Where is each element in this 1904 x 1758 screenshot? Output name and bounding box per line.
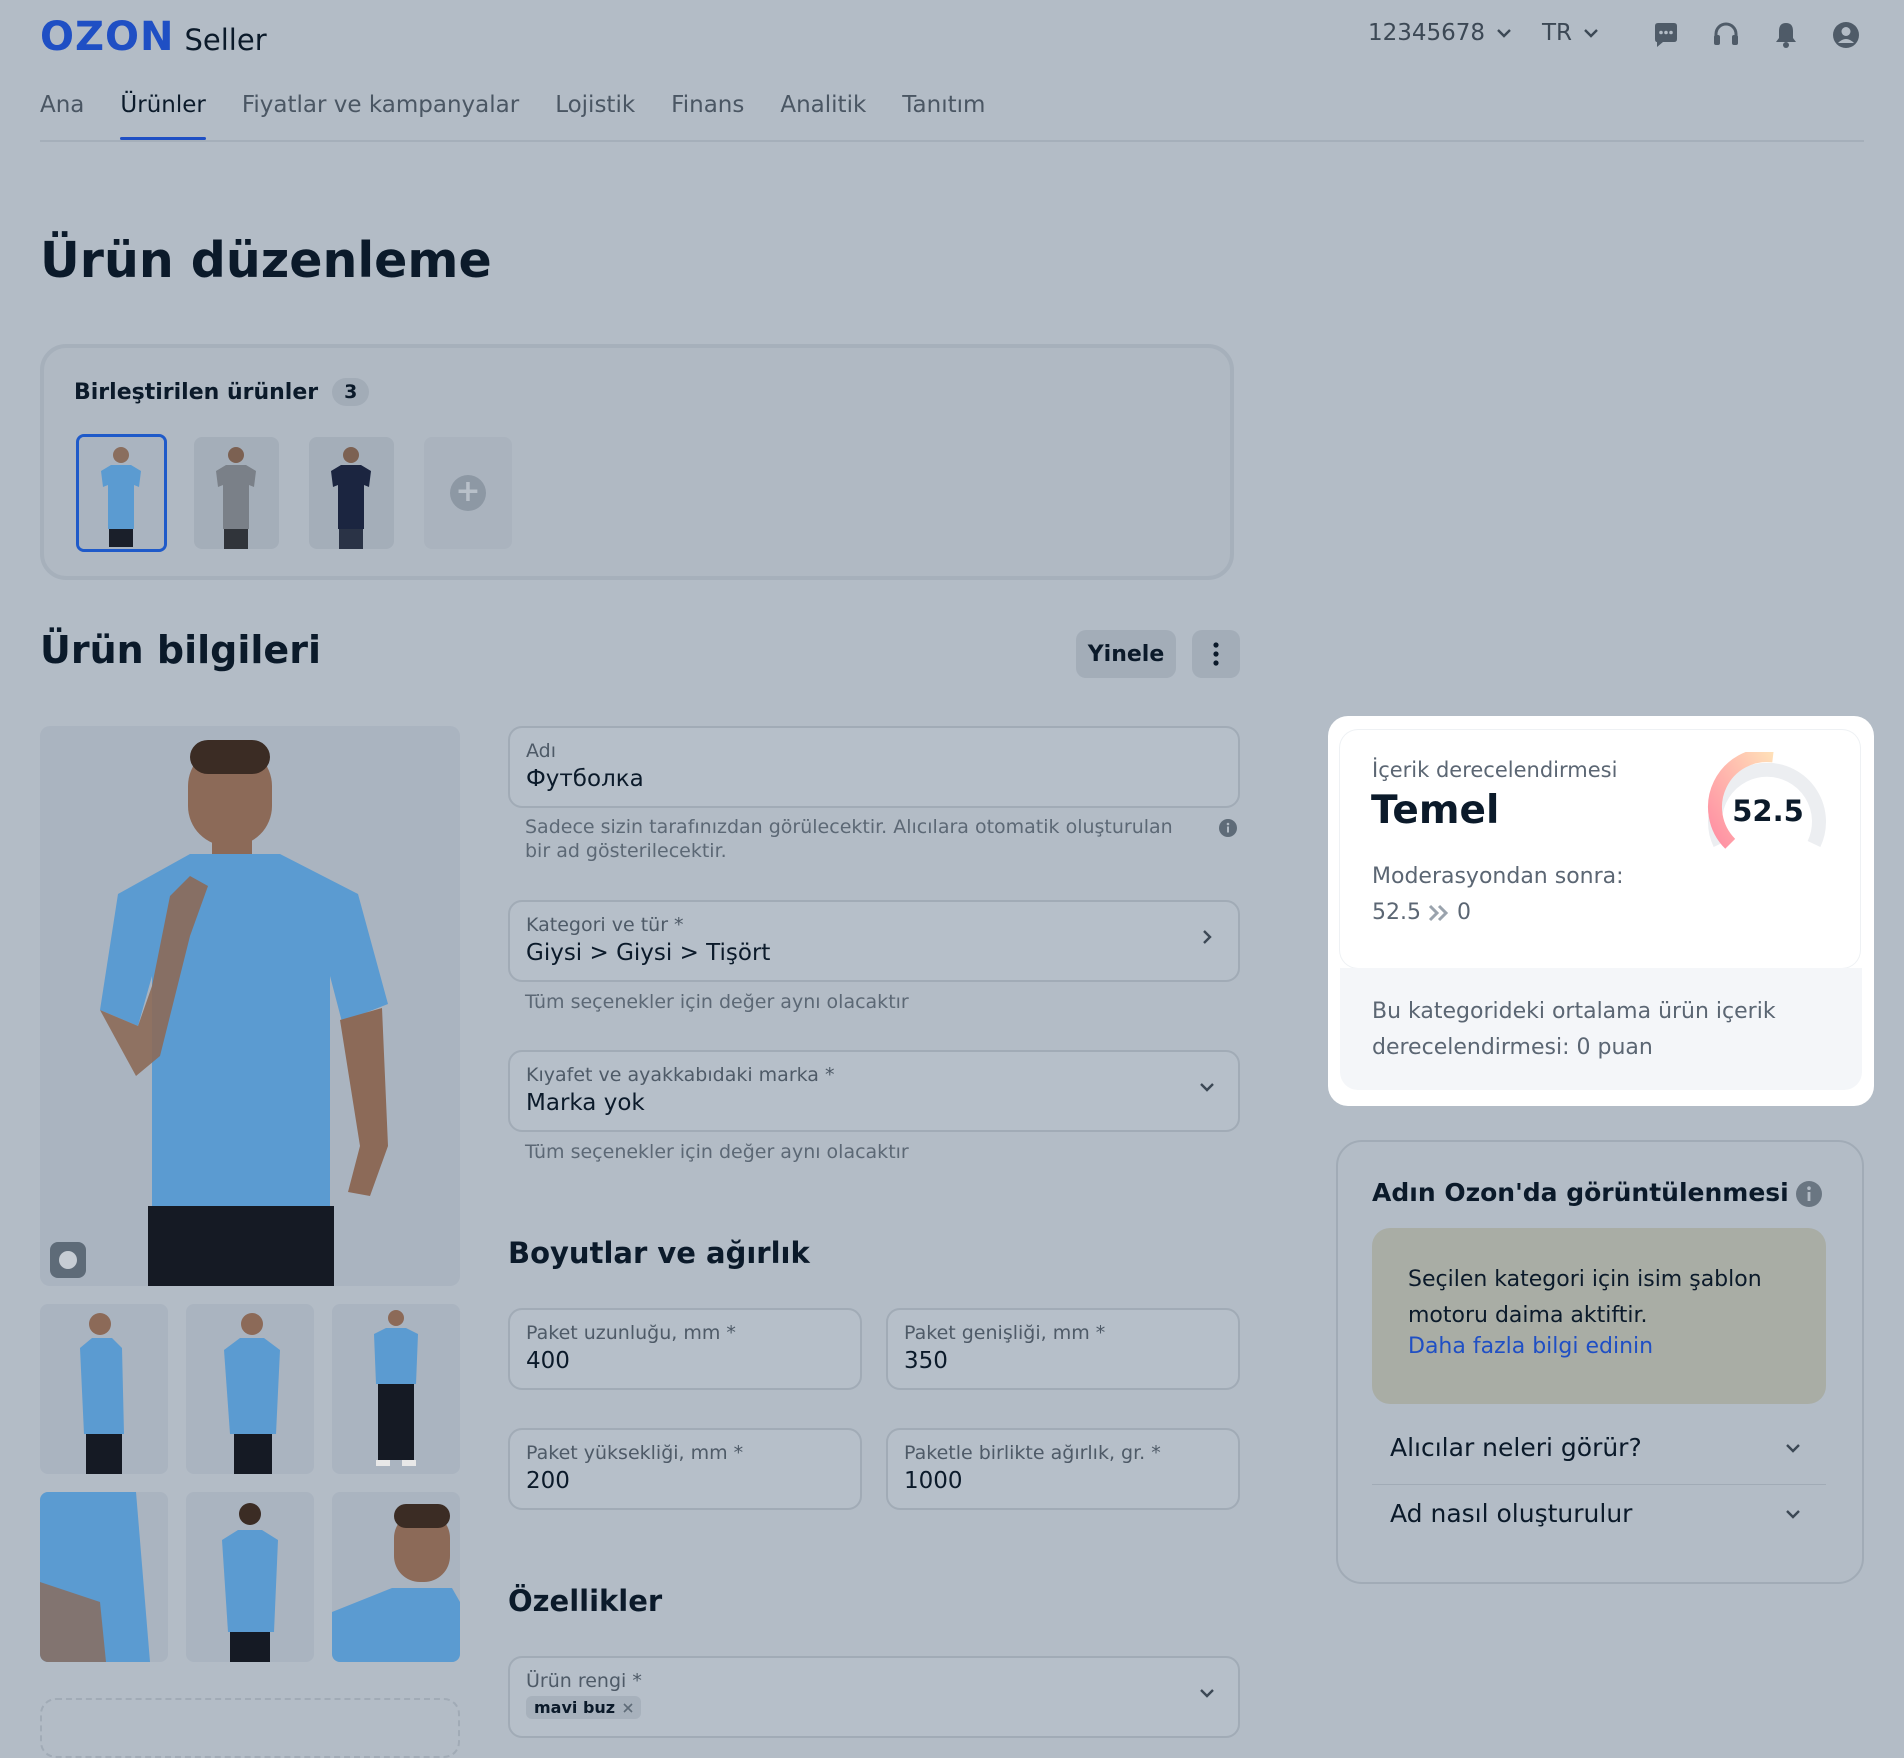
rating-score: 52.5	[1732, 794, 1804, 828]
logo-brand: OZON	[40, 14, 175, 60]
nav-item-finans[interactable]: Finans	[671, 92, 744, 140]
kebab-menu-icon	[1213, 642, 1219, 666]
chevron-down-icon	[1786, 1509, 1800, 1519]
merged-count-badge: 3	[332, 378, 370, 406]
category-field-label: Kategori ve tür *	[526, 914, 684, 936]
package-weight-field[interactable]: Paketle birlikte ağırlık, gr. * 1000	[886, 1428, 1240, 1510]
brand-field-label: Kıyafet ve ayakkabıdaki marka *	[526, 1064, 835, 1086]
fire-badge-icon	[50, 1242, 86, 1278]
double-chevron-right-icon	[1428, 904, 1449, 921]
gallery-thumb[interactable]	[332, 1304, 460, 1474]
moderation-to: 0	[1456, 900, 1471, 925]
name-display-title: Adın Ozon'da görüntülenmesi	[1372, 1178, 1789, 1207]
category-field[interactable]: Kategori ve tür * Giysi > Giysi > Tişört	[508, 900, 1240, 982]
account-selector[interactable]: 12345678	[1368, 20, 1513, 46]
package-height-label: Paket yüksekliği, mm *	[526, 1442, 744, 1464]
variant-thumb-blue[interactable]	[76, 434, 167, 552]
category-field-hint: Tüm seçenekler için değer aynı olacaktır	[525, 991, 909, 1013]
add-variant-button[interactable]: +	[424, 437, 512, 549]
gallery-thumb[interactable]	[332, 1492, 460, 1662]
nav-item-fiyatlar[interactable]: Fiyatlar ve kampanyalar	[242, 92, 519, 140]
features-title: Özellikler	[508, 1584, 663, 1618]
package-width-label: Paket genişliği, mm *	[904, 1322, 1106, 1344]
brand-field[interactable]: Kıyafet ve ayakkabıdaki marka * Marka yo…	[508, 1050, 1240, 1132]
nav-item-tanitim[interactable]: Tanıtım	[902, 92, 985, 140]
name-field-value: Футболка	[526, 766, 644, 792]
photo-upload-zone[interactable]	[40, 1698, 460, 1758]
bell-icon[interactable]	[1771, 20, 1801, 50]
chevron-down-icon	[1584, 29, 1598, 38]
moderation-from: 52.5	[1372, 900, 1421, 925]
gallery-thumb[interactable]	[186, 1492, 314, 1662]
package-length-value: 400	[526, 1348, 570, 1374]
variant-thumb-navy[interactable]	[309, 437, 394, 549]
product-color-label: Ürün rengi *	[526, 1670, 642, 1692]
package-height-value: 200	[526, 1468, 570, 1494]
info-icon[interactable]	[1218, 818, 1238, 838]
product-color-field[interactable]: Ürün rengi * mavi buz	[508, 1656, 1240, 1738]
merged-products-header: Birleştirilen ürünler 3	[74, 378, 370, 406]
gallery-thumb[interactable]	[40, 1304, 168, 1474]
accordion-label: Ad nasıl oluşturulur	[1390, 1499, 1633, 1528]
page-title: Ürün düzenleme	[40, 232, 492, 289]
variant-thumb-grey[interactable]	[194, 437, 279, 549]
language-code: TR	[1542, 20, 1573, 46]
color-chip-label: mavi buz	[534, 1698, 616, 1717]
gallery-thumb[interactable]	[40, 1492, 168, 1662]
nav-item-ana[interactable]: Ana	[40, 92, 84, 140]
accordion-label: Alıcılar neleri görür?	[1390, 1433, 1642, 1462]
package-length-field[interactable]: Paket uzunluğu, mm * 400	[508, 1308, 862, 1390]
more-options-button[interactable]	[1192, 630, 1240, 678]
name-field-label: Adı	[526, 740, 557, 762]
package-length-label: Paket uzunluğu, mm *	[526, 1322, 736, 1344]
main-product-photo[interactable]	[40, 726, 460, 1286]
package-height-field[interactable]: Paket yüksekliği, mm * 200	[508, 1428, 862, 1510]
package-weight-label: Paketle birlikte ağırlık, gr. *	[904, 1442, 1161, 1464]
nav-item-analitik[interactable]: Analitik	[780, 92, 866, 140]
accordion-what-buyers-see[interactable]: Alıcılar neleri görür?	[1390, 1433, 1802, 1462]
category-field-value: Giysi > Giysi > Tişört	[526, 940, 771, 966]
accordion-divider	[1372, 1484, 1826, 1485]
ozon-seller-logo[interactable]: OZON Seller	[40, 14, 267, 60]
brand-field-value: Marka yok	[526, 1090, 645, 1116]
chevron-down-icon	[1200, 1083, 1214, 1092]
color-chip[interactable]: mavi buz	[526, 1696, 642, 1719]
chevron-down-icon	[1497, 29, 1511, 38]
accordion-how-name-built[interactable]: Ad nasıl oluşturulur	[1390, 1499, 1802, 1528]
gallery-thumb[interactable]	[186, 1304, 314, 1474]
chevron-right-icon	[1203, 930, 1212, 944]
info-icon[interactable]	[1795, 1180, 1823, 1208]
logo-product: Seller	[184, 23, 267, 57]
chevron-down-icon	[1200, 1689, 1214, 1698]
user-icon[interactable]	[1831, 20, 1861, 50]
chevron-down-icon	[1786, 1443, 1800, 1453]
moderation-label: Moderasyondan sonra:	[1372, 864, 1624, 889]
template-engine-note-text: Seçilen kategori için isim şablon motoru…	[1408, 1267, 1762, 1328]
refresh-button[interactable]: Yinele	[1076, 630, 1176, 678]
account-id: 12345678	[1368, 20, 1486, 46]
dimensions-title: Boyutlar ve ağırlık	[508, 1236, 810, 1270]
name-field[interactable]: Adı Футболка	[508, 726, 1240, 808]
support-headset-icon[interactable]	[1711, 20, 1741, 50]
product-info-title: Ürün bilgileri	[40, 628, 321, 672]
package-width-field[interactable]: Paket genişliği, mm * 350	[886, 1308, 1240, 1390]
rating-level: Temel	[1371, 788, 1500, 833]
nav-item-urunler[interactable]: Ürünler	[120, 92, 207, 140]
main-nav: Ana Ürünler Fiyatlar ve kampanyalar Loji…	[40, 92, 985, 140]
rating-label: İçerik derecelendirmesi	[1372, 758, 1618, 782]
category-average-text: Bu kategorideki ortalama ürün içerik der…	[1372, 999, 1776, 1060]
nav-divider	[40, 140, 1864, 142]
package-weight-value: 1000	[904, 1468, 963, 1494]
package-width-value: 350	[904, 1348, 948, 1374]
name-field-hint: Sadece sizin tarafınızdan görülecektir. …	[525, 816, 1173, 862]
remove-chip-icon[interactable]	[623, 1702, 633, 1713]
moderation-change: 52.5 0	[1372, 900, 1471, 925]
chat-icon[interactable]	[1651, 20, 1681, 50]
nav-item-lojistik[interactable]: Lojistik	[555, 92, 635, 140]
merged-products-title: Birleştirilen ürünler	[74, 379, 319, 405]
learn-more-link[interactable]: Daha fazla bilgi edinin	[1408, 1334, 1653, 1359]
plus-icon: +	[450, 475, 486, 511]
language-selector[interactable]: TR	[1542, 20, 1600, 46]
brand-field-hint: Tüm seçenekler için değer aynı olacaktır	[525, 1141, 909, 1163]
